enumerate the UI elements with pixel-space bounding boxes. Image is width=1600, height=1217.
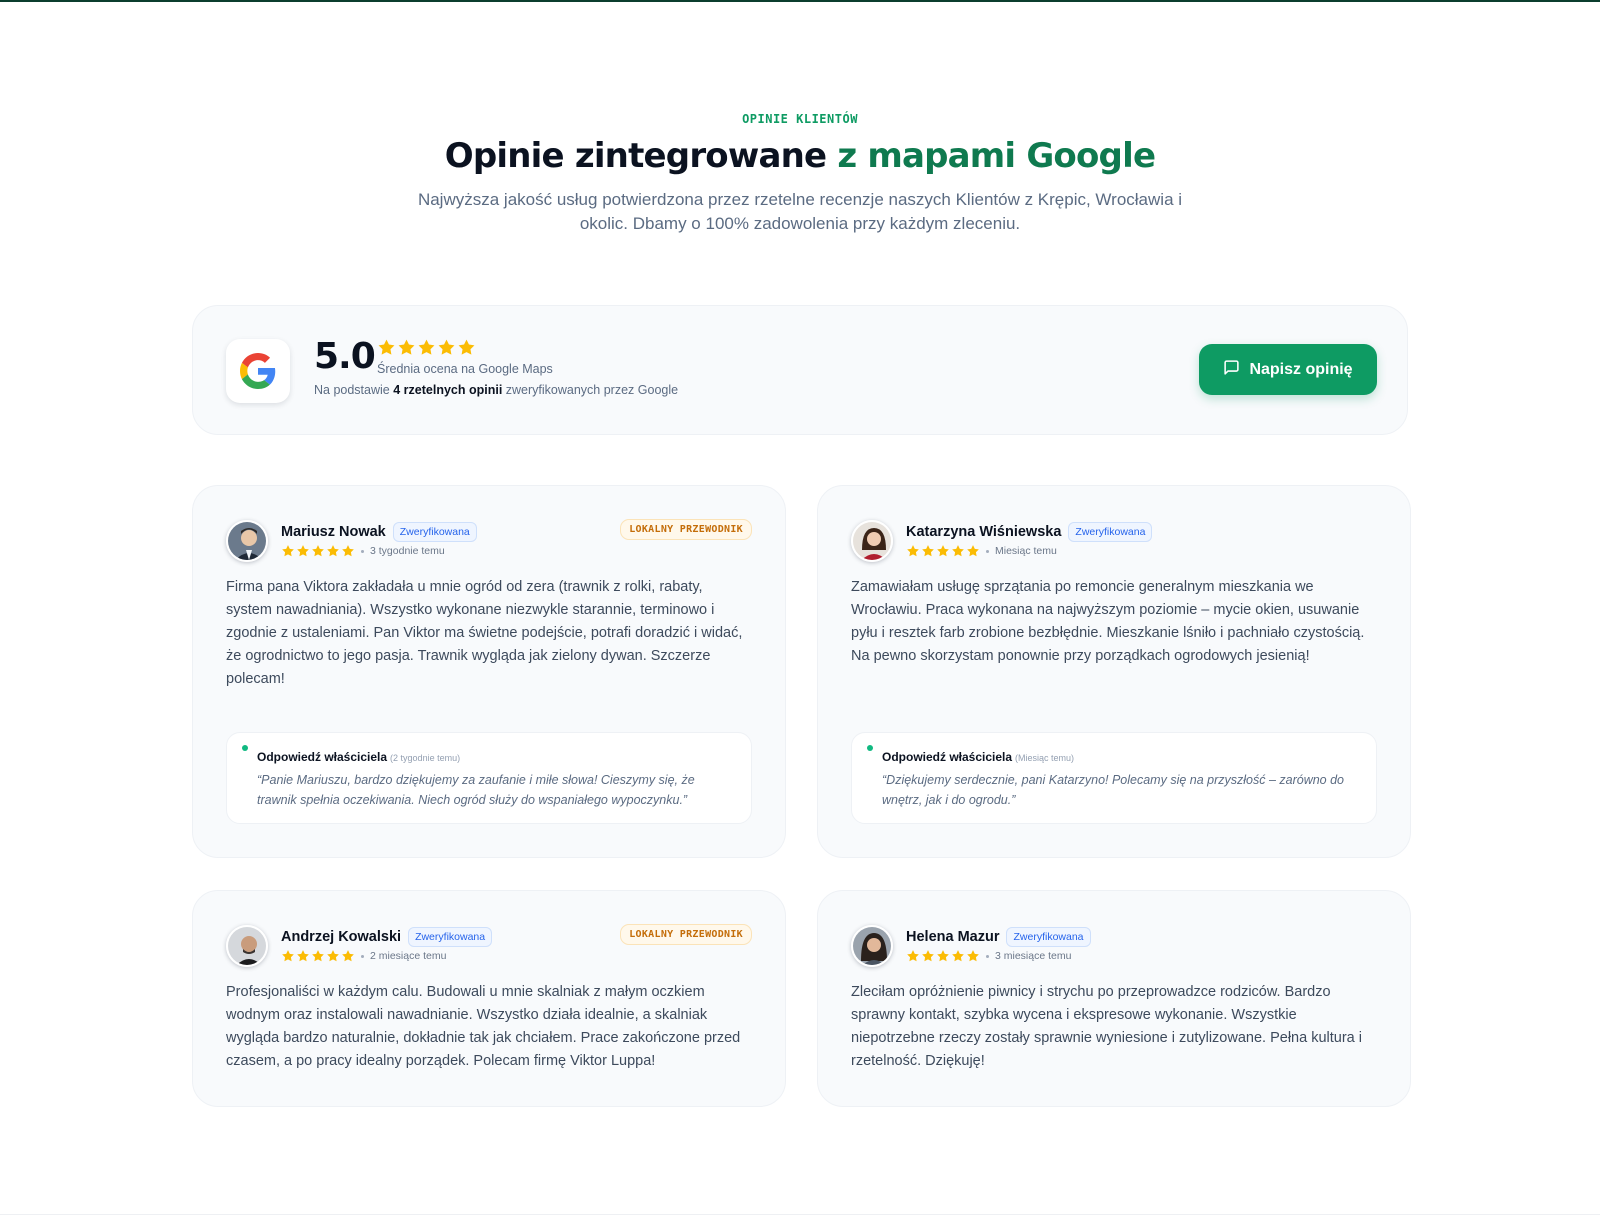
reviewer-header: Mariusz Nowak Zweryfikowana	[281, 522, 477, 542]
verified-badge: Zweryfikowana	[392, 522, 477, 542]
star-icon	[967, 950, 979, 962]
local-guide-badge: LOKALNY PRZEWODNIK	[620, 519, 752, 540]
star-icon	[937, 545, 949, 557]
owner-reply: Odpowiedź właściciela (2 tygodnie temu) “…	[226, 732, 752, 824]
star-icon	[398, 339, 415, 355]
star-icon	[922, 545, 934, 557]
verified-badge: Zweryfikowana	[1006, 927, 1091, 947]
review-meta: 2 miesiące temu	[281, 949, 446, 963]
verified-badge: Zweryfikowana	[408, 927, 493, 947]
star-icon	[327, 545, 339, 557]
owner-reply: Odpowiedź właściciela (Miesiąc temu) “Dzi…	[851, 732, 1377, 824]
review-card-helena: Helena Mazur Zweryfikowana 3 miesiące te…	[817, 890, 1411, 1107]
review-text: Profesjonaliści w każdym calu. Budowali …	[226, 984, 741, 1069]
section-title: Opinie zintegrowane z mapami Google	[0, 136, 1600, 176]
star-icon	[297, 545, 309, 557]
review-stars	[906, 544, 980, 558]
star-icon	[297, 950, 309, 962]
summary-stars	[377, 338, 476, 357]
basis-prefix: Na podstawie	[314, 383, 390, 397]
separator-dot	[361, 954, 364, 958]
review-card-andrzej: Andrzej Kowalski Zweryfikowana 2 miesiąc…	[192, 890, 786, 1107]
summary-basis: Na podstawie 4 rzetelnych opinii zweryfi…	[314, 383, 678, 397]
reviewer-name: Katarzyna Wiśniewska	[906, 524, 1062, 540]
separator-dot	[986, 954, 989, 958]
review-date: Miesiąc temu	[995, 545, 1057, 557]
star-icon	[438, 339, 455, 355]
basis-suffix: zweryfikowanych przez Google	[505, 383, 679, 397]
star-icon	[907, 950, 919, 962]
review-date: 3 miesiące temu	[995, 950, 1072, 962]
review-date: 2 miesiące temu	[370, 950, 447, 962]
review-text: Zamawiałam usługę sprzątania po remoncie…	[851, 579, 1365, 664]
write-review-button[interactable]: Napisz opinię	[1199, 344, 1377, 395]
review-text: Zleciłam opróżnienie piwnicy i strychu p…	[851, 984, 1362, 1069]
reply-title-label: Odpowiedź właściciela	[257, 750, 388, 764]
review-stars	[906, 949, 980, 963]
star-icon	[937, 950, 949, 962]
star-icon	[378, 339, 395, 355]
reply-indicator	[867, 745, 873, 751]
star-icon	[458, 339, 475, 355]
review-date: 3 tygodnie temu	[370, 545, 445, 557]
reviewer-header: Helena Mazur Zweryfikowana	[906, 927, 1091, 947]
rating-summary-card: 5.0 Średnia ocena na Google Maps Na pods…	[192, 305, 1408, 435]
summary-caption: Średnia ocena na Google Maps	[377, 362, 553, 376]
star-icon	[327, 950, 339, 962]
reply-title: Odpowiedź właściciela (Miesiąc temu)	[882, 750, 1074, 764]
star-icon	[967, 545, 979, 557]
reply-text: “Panie Mariuszu, bardzo dziękujemy za za…	[257, 773, 695, 807]
separator-dot	[986, 549, 989, 553]
verified-badge: Zweryfikowana	[1068, 522, 1153, 542]
star-icon	[342, 950, 354, 962]
review-meta: 3 tygodnie temu	[281, 544, 445, 558]
separator-dot	[361, 549, 364, 553]
star-icon	[312, 950, 324, 962]
star-icon	[952, 950, 964, 962]
star-icon	[312, 545, 324, 557]
review-card-katarzyna: Katarzyna Wiśniewska Zweryfikowana Miesi…	[817, 485, 1411, 858]
star-icon	[418, 339, 435, 355]
star-icon	[282, 950, 294, 962]
review-text: Firma pana Viktora zakładała u mnie ogró…	[226, 579, 743, 687]
reviewer-header: Andrzej Kowalski Zweryfikowana	[281, 927, 493, 947]
review-stars	[281, 949, 355, 963]
reply-date: (Miesiąc temu)	[1015, 753, 1075, 763]
star-icon	[922, 950, 934, 962]
star-icon	[952, 545, 964, 557]
section-subtitle: Najwyższa jakość usług potwierdzona prze…	[417, 190, 1183, 233]
avatar	[226, 925, 268, 967]
section-header: OPINIE KLIENTÓW Opinie zintegrowane z ma…	[0, 112, 1600, 236]
reply-date: (2 tygodnie temu)	[390, 753, 461, 763]
top-border	[0, 0, 1600, 2]
review-card-mariusz: Mariusz Nowak Zweryfikowana 3 tygodnie t…	[192, 485, 786, 858]
title-main: Opinie zintegrowane	[444, 136, 827, 176]
write-review-label: Napisz opinię	[1249, 360, 1353, 378]
avatar	[851, 925, 893, 967]
basis-count: 4 rzetelnych opinii	[393, 383, 503, 397]
section-eyebrow: OPINIE KLIENTÓW	[742, 112, 858, 126]
reply-indicator	[242, 745, 248, 751]
reply-text: “Dziękujemy serdecznie, pani Katarzyno! …	[882, 773, 1345, 807]
average-score: 5.0	[314, 336, 376, 377]
star-icon	[907, 545, 919, 557]
message-square-icon	[1223, 359, 1240, 381]
avatar	[226, 520, 268, 562]
reviewer-name: Mariusz Nowak	[281, 524, 386, 540]
reviewer-header: Katarzyna Wiśniewska Zweryfikowana	[906, 522, 1153, 542]
google-g-icon	[226, 339, 290, 403]
reply-title-label: Odpowiedź właściciela	[882, 750, 1013, 764]
star-icon	[282, 545, 294, 557]
review-stars	[281, 544, 355, 558]
bottom-border	[0, 1214, 1600, 1215]
title-accent: z mapami Google	[837, 136, 1156, 176]
avatar	[851, 520, 893, 562]
review-meta: Miesiąc temu	[906, 544, 1057, 558]
review-meta: 3 miesiące temu	[906, 949, 1071, 963]
star-icon	[342, 545, 354, 557]
reply-title: Odpowiedź właściciela (2 tygodnie temu)	[257, 750, 460, 764]
reviewer-name: Helena Mazur	[906, 929, 1000, 945]
local-guide-badge: LOKALNY PRZEWODNIK	[620, 924, 752, 945]
reviewer-name: Andrzej Kowalski	[281, 929, 402, 945]
